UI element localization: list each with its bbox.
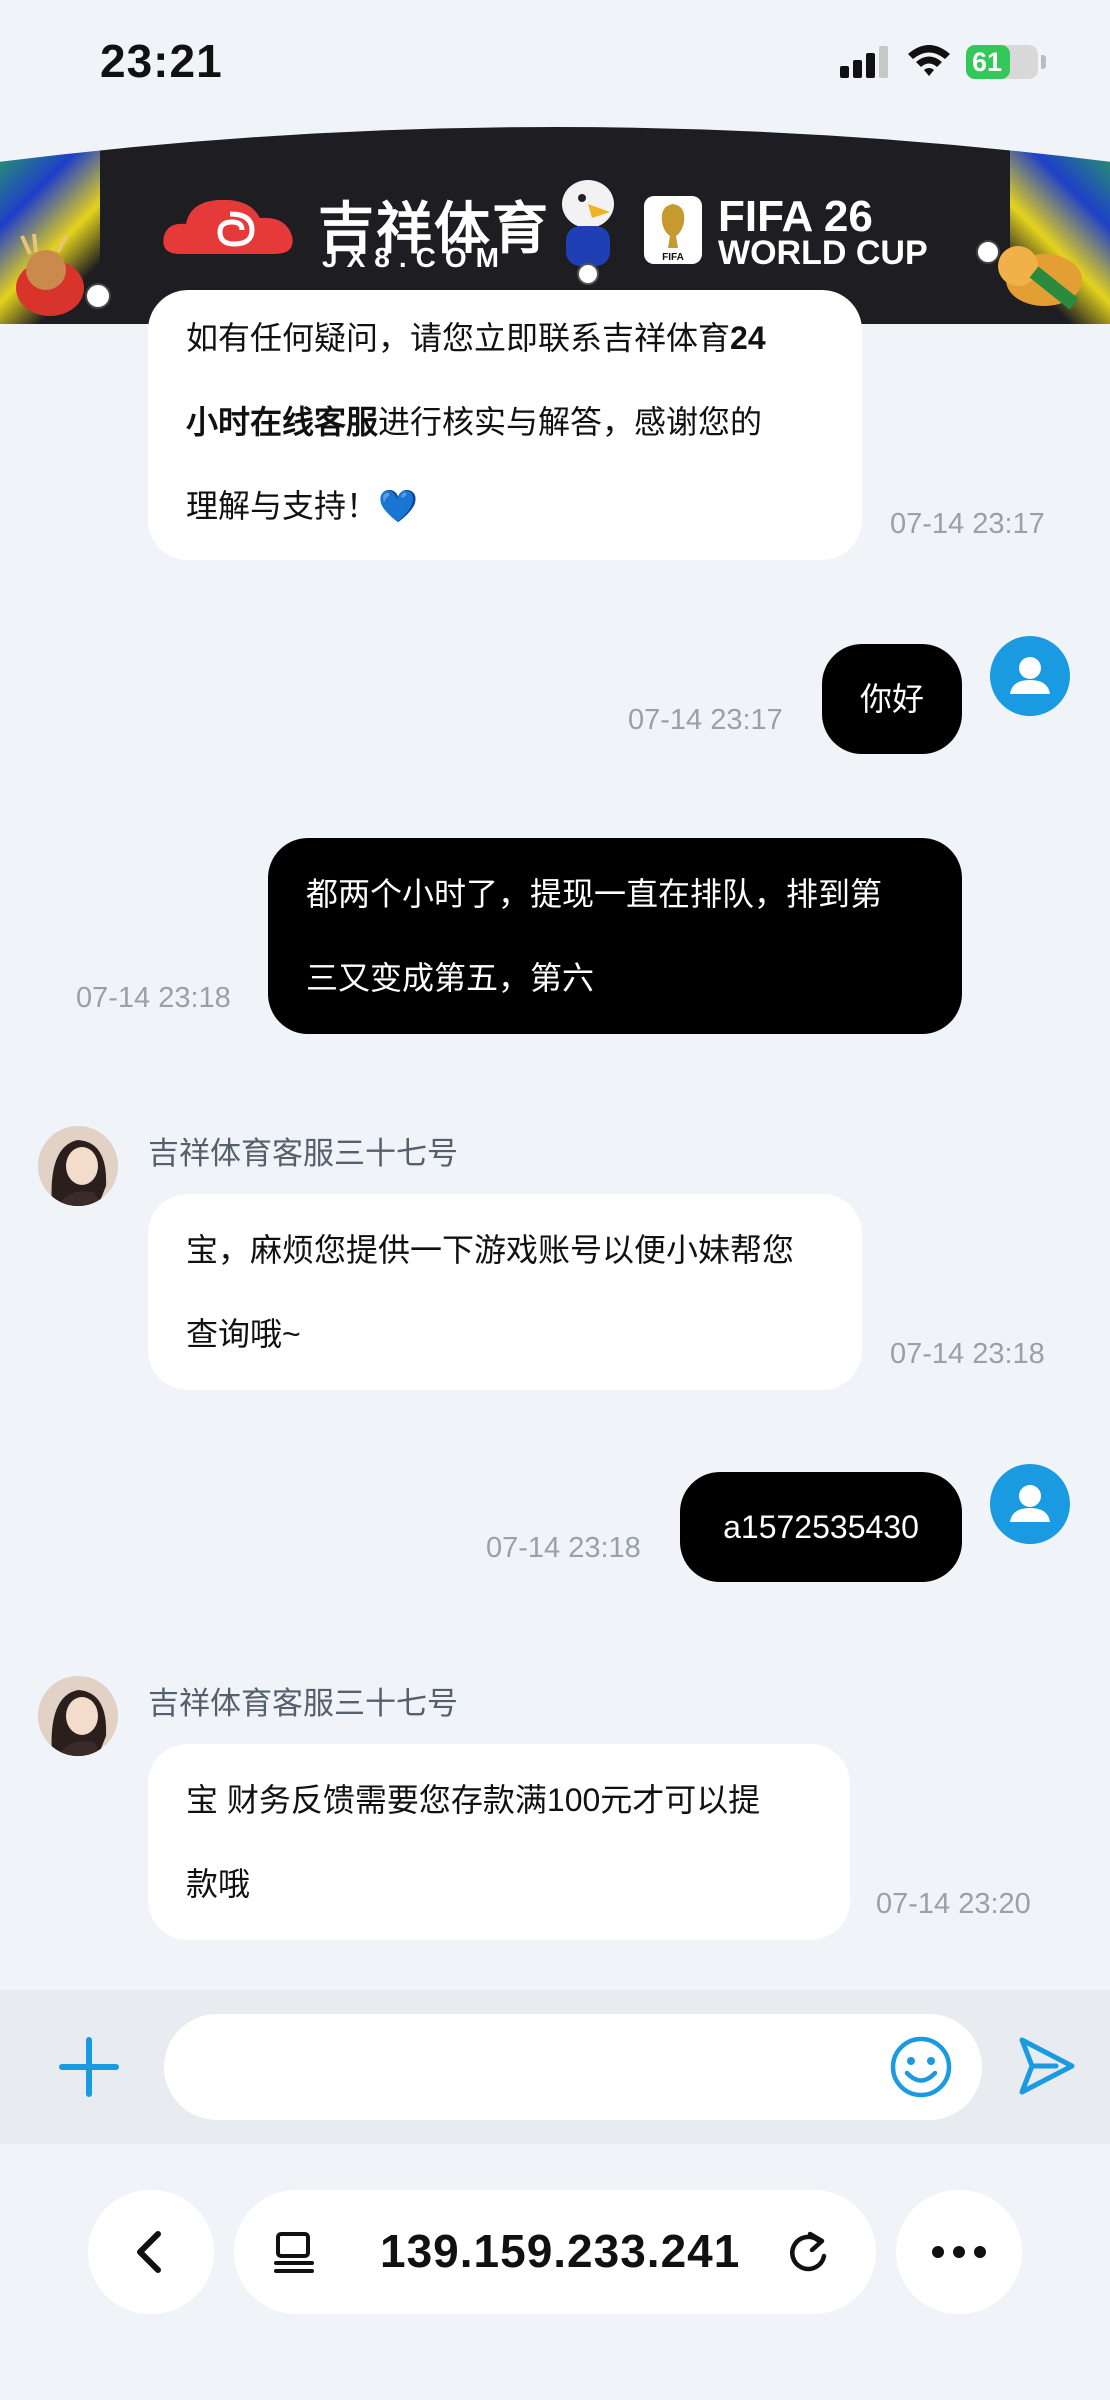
message-timestamp: 07-14 23:18 bbox=[76, 982, 231, 1014]
message-timestamp: 07-14 23:20 bbox=[876, 1888, 1031, 1920]
agent-name: 吉祥体育客服三十七号 bbox=[148, 1136, 458, 1171]
user-avatar[interactable] bbox=[990, 636, 1070, 716]
user-message-bubble: 都两个小时了，提现一直在排队，排到第 三又变成第五，第六 bbox=[268, 838, 962, 1034]
fifa-subtitle: WORLD CUP bbox=[718, 234, 928, 272]
status-bar: 23:21 61 bbox=[0, 0, 1110, 122]
more-icon bbox=[932, 2246, 986, 2258]
tiger-mascot-icon bbox=[976, 240, 1082, 310]
message-line: 宝，麻烦您提供一下游戏账号以便小妹帮您 bbox=[186, 1232, 795, 1268]
battery-cap bbox=[1041, 55, 1046, 69]
brand-cloud-logo bbox=[163, 199, 293, 254]
trophy-label: FIFA bbox=[662, 252, 684, 263]
message-timestamp: 07-14 23:17 bbox=[890, 508, 1045, 540]
plus-icon[interactable] bbox=[52, 2032, 126, 2102]
agent-avatar-icon bbox=[38, 1676, 118, 1756]
message-input[interactable] bbox=[164, 2014, 982, 2120]
message-timestamp: 07-14 23:18 bbox=[890, 1338, 1045, 1370]
url-text[interactable]: 139.159.233.241 bbox=[380, 2224, 740, 2278]
more-button[interactable] bbox=[896, 2190, 1022, 2314]
fifa-trophy-icon: FIFA bbox=[644, 196, 702, 264]
emoji-icon[interactable] bbox=[888, 2034, 954, 2100]
message-line: 如有任何疑问，请您立即联系吉祥体育24 bbox=[186, 320, 766, 356]
message-line: 款哦 bbox=[186, 1866, 251, 1902]
status-time: 23:21 bbox=[100, 35, 223, 87]
user-avatar[interactable] bbox=[990, 1464, 1070, 1544]
tabs-icon[interactable] bbox=[272, 2230, 318, 2276]
agent-message-bubble: 宝 财务反馈需要您存款满100元才可以提 款哦 bbox=[148, 1744, 850, 1940]
agent-name: 吉祥体育客服三十七号 bbox=[148, 1686, 458, 1721]
brand-name-en: JX8.COM bbox=[322, 242, 508, 273]
cellular-signal-icon bbox=[840, 46, 890, 78]
battery-icon: 61 bbox=[966, 45, 1038, 79]
agent-message-bubble: 宝，麻烦您提供一下游戏账号以便小妹帮您 查询哦~ bbox=[148, 1194, 862, 1390]
user-message-bubble: a1572535430 bbox=[680, 1472, 962, 1582]
agent-message-bubble: 如有任何疑问，请您立即联系吉祥体育24 小时在线客服进行核实与解答，感谢您的 理… bbox=[148, 290, 862, 560]
back-button[interactable] bbox=[88, 2190, 214, 2314]
message-line: 三又变成第五，第六 bbox=[306, 960, 595, 996]
agent-avatar[interactable] bbox=[38, 1676, 118, 1756]
eagle-mascot-icon bbox=[562, 180, 614, 285]
user-message-bubble: 你好 bbox=[822, 644, 962, 754]
message-timestamp: 07-14 23:18 bbox=[486, 1532, 641, 1564]
agent-avatar-icon bbox=[38, 1126, 118, 1206]
user-avatar-icon bbox=[1010, 657, 1050, 694]
user-avatar-icon bbox=[1010, 1485, 1050, 1522]
wifi-icon bbox=[908, 45, 950, 76]
message-line: 小时在线客服进行核实与解答，感谢您的 bbox=[186, 404, 763, 440]
battery-percent: 61 bbox=[972, 47, 1003, 77]
message-timestamp: 07-14 23:17 bbox=[628, 704, 783, 736]
back-icon bbox=[137, 2231, 161, 2273]
agent-avatar[interactable] bbox=[38, 1126, 118, 1206]
message-text: 你好 bbox=[859, 681, 924, 717]
message-line: 宝 财务反馈需要您存款满100元才可以提 bbox=[186, 1782, 761, 1818]
reload-icon[interactable] bbox=[784, 2228, 832, 2276]
send-icon[interactable] bbox=[1016, 2034, 1076, 2098]
message-text: a1572535430 bbox=[723, 1509, 919, 1545]
message-line: 都两个小时了，提现一直在排队，排到第 bbox=[306, 876, 883, 912]
deer-mascot-icon bbox=[16, 233, 111, 316]
message-line: 理解与支持！💙 bbox=[186, 488, 418, 524]
message-line: 查询哦~ bbox=[186, 1316, 301, 1352]
